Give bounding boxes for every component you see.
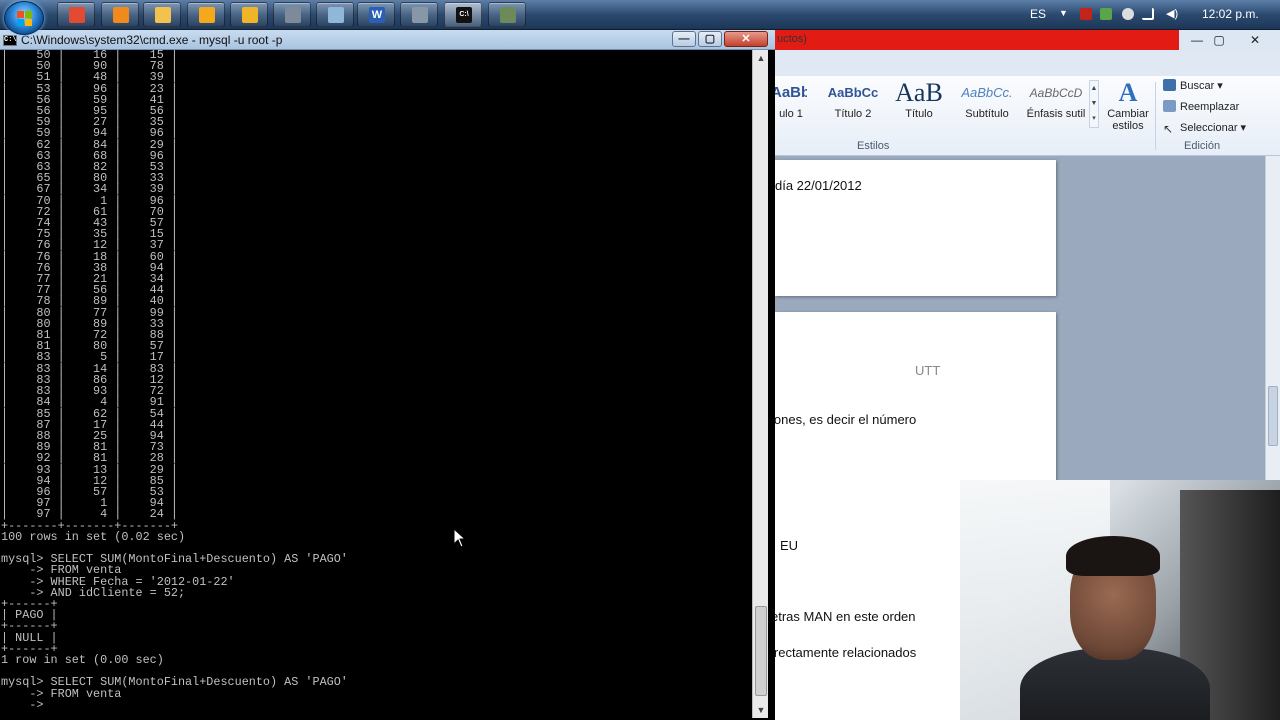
cmd-window: C:\ C:\Windows\system32\cmd.exe - mysql …: [0, 30, 775, 720]
console-output[interactable]: | 50 | 16 | 15 | | 50 | 90 | 78 | | 51 |…: [0, 50, 750, 720]
editing-group-label: Edición: [1184, 140, 1221, 152]
notepad-icon: [328, 7, 344, 23]
console-text: | 50 | 16 | 15 | | 50 | 90 | 78 | | 51 |…: [1, 50, 348, 712]
style-title[interactable]: AaB Título: [889, 78, 949, 128]
word-scroll-thumb[interactable]: [1268, 386, 1278, 446]
taskbar-media-player-button[interactable]: [187, 2, 225, 27]
doc-header-utt: UTT: [915, 363, 941, 378]
word-titlebar: uctos) — ▢ ✕: [775, 30, 1280, 52]
cmd-titlebar[interactable]: C:\ C:\Windows\system32\cmd.exe - mysql …: [0, 30, 775, 50]
security-icon[interactable]: [1122, 8, 1134, 20]
taskbar-paint-button[interactable]: [230, 2, 268, 27]
taskbar-explorer-button[interactable]: [143, 2, 181, 27]
network-tool-icon: [500, 7, 516, 23]
alert-icon[interactable]: [1080, 8, 1092, 20]
doc-text-line: irectamente relacionados: [775, 645, 917, 660]
word-maximize-button[interactable]: ▢: [1209, 32, 1229, 48]
doc-text-line: EU: [780, 538, 799, 553]
select-button[interactable]: ↖ Seleccionar ▾: [1163, 121, 1246, 139]
cmd-minimize-button[interactable]: —: [672, 31, 696, 47]
cmd-maximize-button[interactable]: ▢: [698, 31, 722, 47]
paint-icon: [242, 7, 258, 23]
word-title-highlight: uctos): [775, 30, 1179, 50]
ribbon-tab-strip: ▲ ?: [775, 52, 1280, 92]
chrome-icon: [69, 7, 85, 23]
styles-group-label: Estilos: [857, 140, 890, 152]
taskbar-tool-button[interactable]: [400, 2, 438, 27]
style-subtle-emphasis[interactable]: AaBbCcD Énfasis sutil: [1025, 78, 1087, 128]
signal-icon[interactable]: [1142, 8, 1154, 20]
system-tray: ES ▼ ◀) 12:02 p.m.: [1020, 0, 1280, 30]
firefox-icon: [113, 7, 129, 23]
doc-date-line: día 22/01/2012: [775, 178, 862, 193]
ribbon: AaBbC ulo 1 AaBbCc Título 2 AaB Título A…: [775, 76, 1280, 156]
replace-button[interactable]: Reemplazar: [1163, 100, 1239, 118]
change-styles-icon: A: [1118, 78, 1138, 107]
remote-icon: [285, 7, 301, 23]
style-subtitle[interactable]: AaBbCc. Subtítulo: [957, 78, 1017, 128]
word-close-button[interactable]: ✕: [1245, 32, 1265, 48]
webcam-video: [960, 480, 1280, 720]
cmd-icon: C:\: [456, 7, 472, 23]
taskbar-firefox-button[interactable]: [101, 2, 139, 27]
style-heading2[interactable]: AaBbCc Título 2: [821, 78, 885, 128]
cmd-scroll-thumb[interactable]: [755, 606, 767, 696]
cmd-title: C:\Windows\system32\cmd.exe - mysql -u r…: [21, 33, 283, 47]
taskbar-notepad-button[interactable]: [316, 2, 354, 27]
taskbar-remote-button[interactable]: [273, 2, 311, 27]
replace-icon: [1163, 100, 1176, 112]
word-title: uctos): [777, 33, 807, 45]
scroll-down-icon[interactable]: ▼: [753, 702, 769, 718]
scroll-up-icon[interactable]: ▲: [753, 50, 769, 66]
console-icon[interactable]: C:\: [3, 35, 17, 46]
style-heading1[interactable]: AaBbC ulo 1: [775, 78, 807, 128]
word-icon: W: [369, 7, 385, 23]
cmd-close-button[interactable]: ✕: [724, 31, 768, 47]
document-page[interactable]: día 22/01/2012: [775, 160, 1056, 296]
cmd-vertical-scrollbar[interactable]: ▲ ▼: [752, 50, 768, 718]
chevron-down-icon[interactable]: ▼: [1059, 8, 1068, 18]
taskbar-chrome-button[interactable]: [57, 2, 95, 27]
ribbon-separator: [1155, 82, 1156, 150]
doc-text-line: etras MAN en este orden: [775, 609, 916, 624]
word-minimize-button[interactable]: —: [1187, 32, 1207, 48]
tool-icon: [412, 7, 428, 23]
windows-logo-icon: [17, 11, 33, 26]
update-icon[interactable]: [1100, 8, 1112, 20]
styles-gallery-scroll[interactable]: ▲ ▼ ▾: [1089, 80, 1099, 128]
find-button[interactable]: Buscar ▾: [1163, 79, 1223, 97]
explorer-icon: [155, 7, 171, 23]
clock[interactable]: 12:02 p.m.: [1202, 7, 1259, 21]
webcam-person-hair: [1066, 536, 1160, 576]
media-player-icon: [199, 7, 215, 23]
taskbar-word-button[interactable]: W: [357, 2, 395, 27]
binoculars-icon: [1163, 79, 1176, 91]
volume-icon[interactable]: ◀): [1166, 8, 1178, 20]
start-button[interactable]: [4, 1, 44, 35]
change-styles-button[interactable]: A Cambiar estilos: [1103, 78, 1153, 138]
doc-text-line: iones, es decir el número: [775, 412, 917, 427]
mouse-cursor-icon: [453, 528, 467, 548]
cursor-arrow-icon: ↖: [1163, 122, 1174, 136]
taskbar: W C:\ ES ▼ ◀) 12:02 p.m.: [0, 0, 1280, 35]
taskbar-cmd-button[interactable]: C:\: [444, 2, 482, 27]
language-indicator[interactable]: ES: [1030, 7, 1046, 21]
taskbar-network-tool-button[interactable]: [488, 2, 526, 27]
